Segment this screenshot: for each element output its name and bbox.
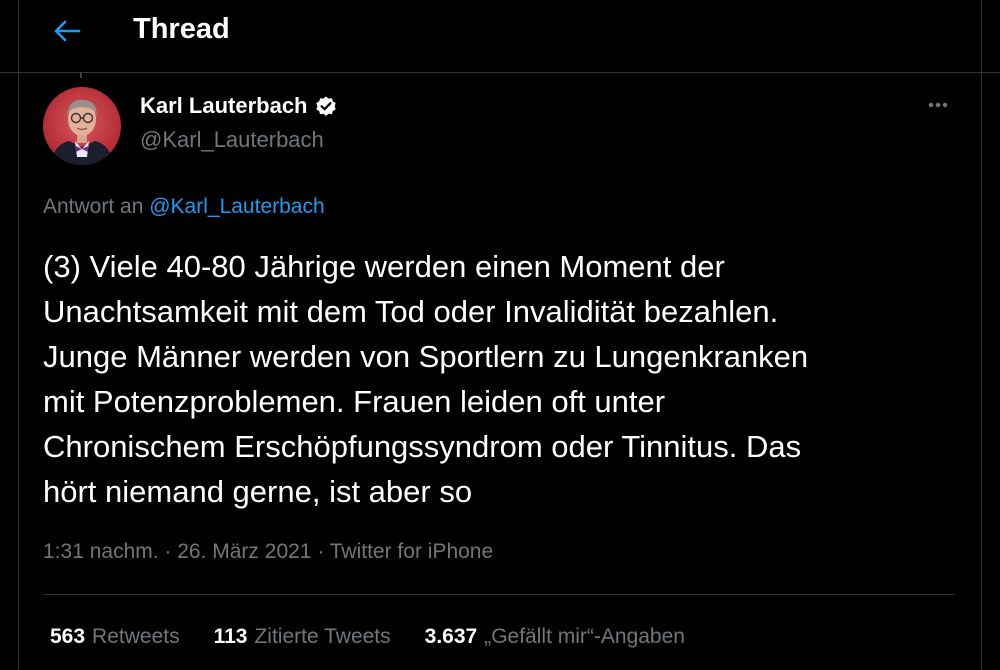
more-horizontal-icon: [928, 102, 948, 108]
more-button[interactable]: [922, 92, 954, 118]
author-name[interactable]: Karl Lauterbach: [140, 93, 308, 119]
avatar[interactable]: [43, 87, 121, 165]
back-button[interactable]: [50, 14, 84, 48]
divider: [43, 594, 955, 595]
reply-context: Antwort an @Karl_Lauterbach: [43, 195, 325, 219]
tweet-timestamp[interactable]: 1:31 nachm. · 26. März 2021 · Twitter fo…: [43, 540, 493, 564]
reply-handle-link[interactable]: @Karl_Lauterbach: [149, 195, 324, 218]
arrow-left-icon: [54, 20, 81, 42]
stat-label: Retweets: [92, 625, 180, 648]
verified-badge-icon: [315, 96, 336, 116]
reply-prefix: Antwort an: [43, 195, 144, 218]
author-name-row[interactable]: Karl Lauterbach: [140, 93, 338, 119]
author-handle[interactable]: @Karl_Lauterbach: [140, 127, 324, 153]
thread-header: Thread: [0, 0, 1000, 73]
stat-quote-tweets[interactable]: 113 Zitierte Tweets: [214, 625, 391, 649]
stat-count: 113: [213, 625, 248, 648]
stat-count: 3.637: [424, 625, 478, 648]
stat-label: Zitierte Tweets: [254, 625, 391, 648]
tweet-stats: 563 Retweets 113 Zitierte Tweets 3.637 „Gef…: [50, 625, 685, 649]
page-title: Thread: [133, 13, 230, 45]
stat-retweets[interactable]: 563 Retweets: [50, 625, 180, 649]
stat-label: „Gefällt mir“-Angaben: [484, 625, 685, 648]
stat-likes[interactable]: 3.637 „Gefällt mir“-Angaben: [425, 625, 685, 649]
stat-count: 563: [50, 625, 86, 648]
thread-connector: [80, 72, 82, 78]
tweet-text: (3) Viele 40-80 Jährige werden einen Mom…: [43, 249, 809, 509]
profile-photo-icon: [51, 99, 113, 165]
